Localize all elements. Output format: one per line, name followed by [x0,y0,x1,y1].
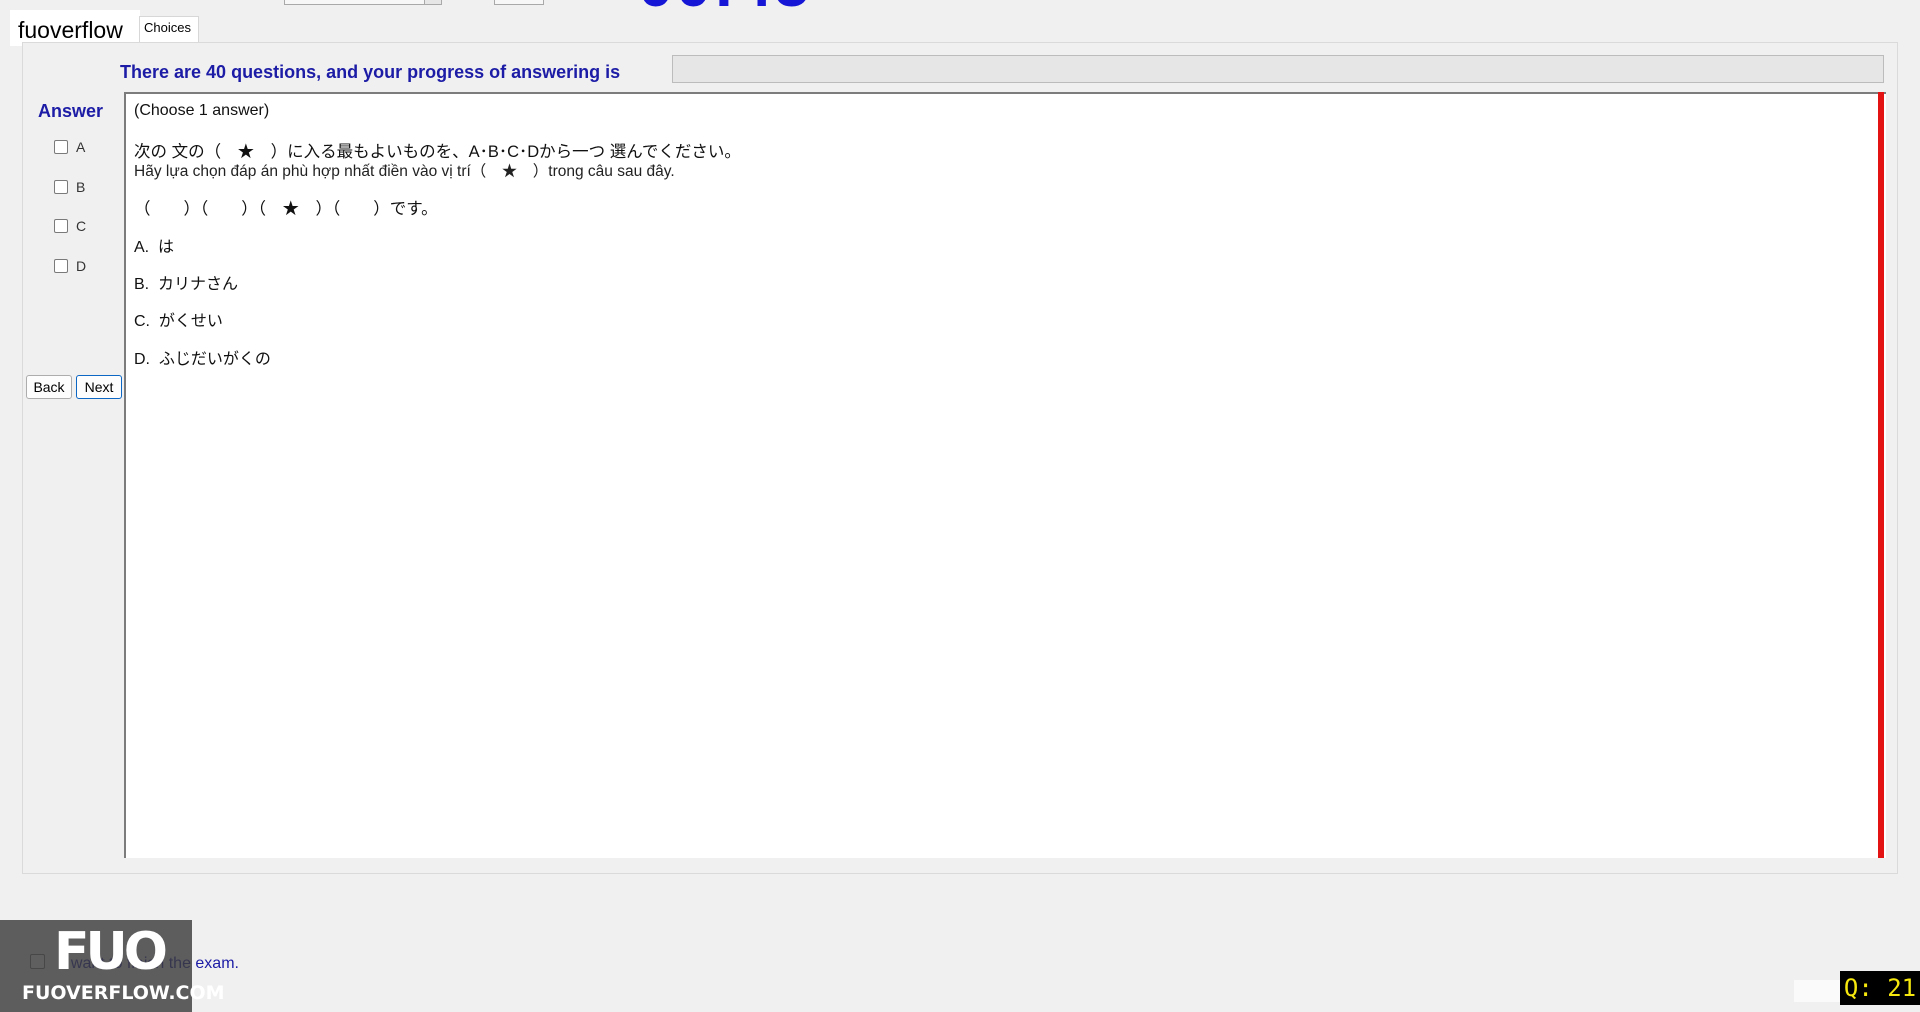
back-button[interactable]: Back [26,375,72,399]
tab-choices[interactable]: Choices [139,16,199,42]
progress-bar [672,55,1884,83]
question-counter: Q: 21 [1840,971,1920,1005]
logo-text: FUOVERFLOW.COM [22,982,225,1004]
choice-a-text: A. は [134,239,175,256]
answer-option-b[interactable]: B [54,177,85,197]
exam-timer: 00:45 [638,0,812,16]
question-sentence: （ ）（ ）（ ★ ）（ ）です。 [134,200,438,218]
choose-hint: (Choose 1 answer) [134,102,270,119]
checkbox[interactable] [54,219,68,233]
answer-option-a[interactable]: A [54,137,85,157]
checkbox[interactable] [54,180,68,194]
answer-heading: Answer [38,101,104,121]
answer-option-label: A [76,139,86,155]
choice-d-text: D. ふじだいがくの [134,351,271,368]
exam-code-combobox[interactable] [284,0,442,5]
counter-background [1794,980,1844,1002]
choice-b-text: B. カリナさん [134,276,239,293]
question-area-right-border [1878,92,1884,858]
checkbox[interactable] [54,140,68,154]
next-button[interactable]: Next [76,375,122,399]
instruction-vietnamese: Hãy lựa chọn đáp án phù hợp nhất điền và… [134,163,675,180]
font-size-field[interactable] [494,0,544,5]
chevron-down-icon[interactable] [424,0,441,4]
answer-option-d[interactable]: D [54,256,86,276]
answer-option-label: B [76,179,86,195]
choice-c-text: C. がくせい [134,313,223,330]
logo-mark: FUO [54,922,168,982]
progress-label: There are 40 questions, and your progres… [120,62,621,82]
answer-option-label: C [76,218,87,234]
answer-option-label: D [76,258,87,274]
checkbox[interactable] [54,259,68,273]
brand-label: fuoverflow [18,17,123,43]
answer-option-c[interactable]: C [54,216,86,236]
